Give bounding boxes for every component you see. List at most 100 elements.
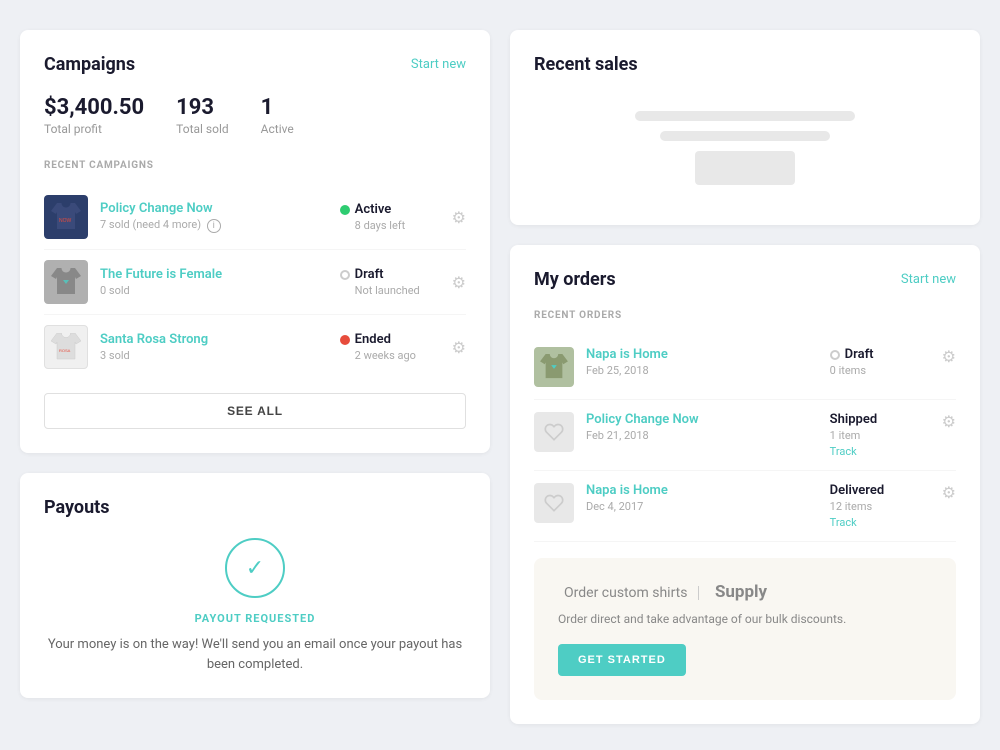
campaign-item-3: ROSA Santa Rosa Strong 3 sold Ended 2 we… [44, 315, 466, 379]
stat-sold: 193 Total sold [176, 95, 229, 136]
status-row-2: Draft [340, 267, 384, 282]
recent-orders-label: RECENT ORDERS [534, 310, 956, 321]
order-name-1[interactable]: Napa is Home [586, 347, 830, 362]
order-status-text-1: Draft [830, 347, 930, 362]
payouts-card: Payouts ✓ PAYOUT REQUESTED Your money is… [20, 473, 490, 698]
payout-requested-label: PAYOUT REQUESTED [44, 612, 466, 625]
order-thumb-3 [534, 483, 574, 523]
order-info-3: Napa is Home Dec 4, 2017 [586, 483, 830, 513]
status-row-3: Ended [340, 332, 391, 347]
order-status-sub-1: 0 items [830, 364, 930, 377]
campaign-status-2: Draft Not launched [340, 267, 440, 297]
supply-title-text: Order custom shirts [564, 585, 687, 601]
campaign-info-2: The Future is Female 0 sold [100, 267, 340, 297]
order-date-2: Feb 21, 2018 [586, 429, 830, 442]
status-sub-2: Not launched [340, 284, 420, 297]
status-row-1: Active [340, 202, 392, 217]
payout-check-icon: ✓ [225, 538, 285, 598]
campaign-thumb-1: NOW [44, 195, 88, 239]
order-track-2[interactable]: Track [830, 445, 930, 458]
recent-sales-placeholder [534, 95, 956, 201]
order-item-1: Napa is Home Feb 25, 2018 Draft 0 items … [534, 335, 956, 400]
recent-sales-title: Recent sales [534, 54, 638, 75]
supply-description: Order direct and take advantage of our b… [558, 610, 932, 628]
campaign-sub-2: 0 sold [100, 284, 340, 297]
order-date-1: Feb 25, 2018 [586, 364, 830, 377]
orders-start-new[interactable]: Start new [901, 272, 956, 287]
campaign-gear-1[interactable]: ⚙ [452, 208, 466, 227]
campaign-item-1: NOW Policy Change Now 7 sold (need 4 mor… [44, 185, 466, 250]
supply-card: Order custom shirts Supply Order direct … [534, 558, 956, 700]
status-text-3: Ended [355, 332, 391, 347]
order-dot-draft [830, 350, 840, 360]
order-item-2: Policy Change Now Feb 21, 2018 Shipped 1… [534, 400, 956, 471]
campaign-name-3[interactable]: Santa Rosa Strong [100, 332, 340, 347]
order-status-3: Delivered 12 items Track [830, 483, 930, 529]
placeholder-rect [695, 151, 795, 185]
status-text-1: Active [355, 202, 392, 217]
order-info-1: Napa is Home Feb 25, 2018 [586, 347, 830, 377]
order-status-text-3: Delivered [830, 483, 930, 498]
campaign-gear-2[interactable]: ⚙ [452, 273, 466, 292]
stat-active-value: 1 [261, 95, 294, 120]
order-status-2: Shipped 1 item Track [830, 412, 930, 458]
campaign-name-2[interactable]: The Future is Female [100, 267, 340, 282]
svg-text:ROSA: ROSA [59, 348, 71, 353]
order-name-3[interactable]: Napa is Home [586, 483, 830, 498]
stat-sold-value: 193 [176, 95, 229, 120]
campaign-gear-3[interactable]: ⚙ [452, 338, 466, 357]
order-date-3: Dec 4, 2017 [586, 500, 830, 513]
campaign-sub-3: 3 sold [100, 349, 340, 362]
stat-profit-label: Total profit [44, 122, 144, 136]
campaigns-title: Campaigns [44, 54, 135, 75]
status-text-2: Draft [355, 267, 384, 282]
order-name-2[interactable]: Policy Change Now [586, 412, 830, 427]
order-info-2: Policy Change Now Feb 21, 2018 [586, 412, 830, 442]
campaign-sub-1: 7 sold (need 4 more) i [100, 218, 340, 233]
status-sub-3: 2 weeks ago [340, 349, 416, 362]
campaigns-start-new[interactable]: Start new [411, 57, 466, 72]
campaign-item-2: The Future is Female 0 sold Draft Not la… [44, 250, 466, 315]
placeholder-bar-1 [635, 111, 855, 121]
campaign-thumb-3: ROSA [44, 325, 88, 369]
svg-text:NOW: NOW [59, 218, 72, 224]
order-status-1: Draft 0 items [830, 347, 930, 377]
my-orders-header: My orders Start new [534, 269, 956, 290]
my-orders-title: My orders [534, 269, 616, 290]
payouts-title: Payouts [44, 497, 110, 518]
order-gear-1[interactable]: ⚙ [942, 347, 956, 366]
stat-sold-label: Total sold [176, 122, 229, 136]
order-thumb-2 [534, 412, 574, 452]
status-sub-1: 8 days left [340, 219, 406, 232]
order-status-sub-2: 1 item [830, 429, 930, 442]
payout-description: Your money is on the way! We'll send you… [44, 635, 466, 674]
order-gear-2[interactable]: ⚙ [942, 412, 956, 431]
status-dot-active [340, 205, 350, 215]
see-all-button[interactable]: SEE ALL [44, 393, 466, 429]
payouts-header: Payouts [44, 497, 466, 518]
stat-active-label: Active [261, 122, 294, 136]
get-started-button[interactable]: GET STARTED [558, 644, 686, 676]
campaigns-stats: $3,400.50 Total profit 193 Total sold 1 … [44, 95, 466, 136]
campaign-info-3: Santa Rosa Strong 3 sold [100, 332, 340, 362]
status-dot-draft [340, 270, 350, 280]
order-gear-3[interactable]: ⚙ [942, 483, 956, 502]
stat-active: 1 Active [261, 95, 294, 136]
campaigns-header: Campaigns Start new [44, 54, 466, 75]
order-item-3: Napa is Home Dec 4, 2017 Delivered 12 it… [534, 471, 956, 542]
recent-sales-card: Recent sales [510, 30, 980, 225]
placeholder-bar-2 [660, 131, 830, 141]
status-dot-ended [340, 335, 350, 345]
campaign-info-1: Policy Change Now 7 sold (need 4 more) i [100, 201, 340, 233]
stat-profit-value: $3,400.50 [44, 95, 144, 120]
my-orders-card: My orders Start new RECENT ORDERS Napa i… [510, 245, 980, 724]
order-thumb-1 [534, 347, 574, 387]
supply-title: Order custom shirts Supply [558, 582, 932, 602]
recent-sales-header: Recent sales [534, 54, 956, 75]
order-status-text-2: Shipped [830, 412, 930, 427]
stat-profit: $3,400.50 Total profit [44, 95, 144, 136]
campaign-name-1[interactable]: Policy Change Now [100, 201, 340, 216]
order-track-3[interactable]: Track [830, 516, 930, 529]
recent-campaigns-label: RECENT CAMPAIGNS [44, 160, 466, 171]
info-icon-1[interactable]: i [207, 219, 221, 233]
